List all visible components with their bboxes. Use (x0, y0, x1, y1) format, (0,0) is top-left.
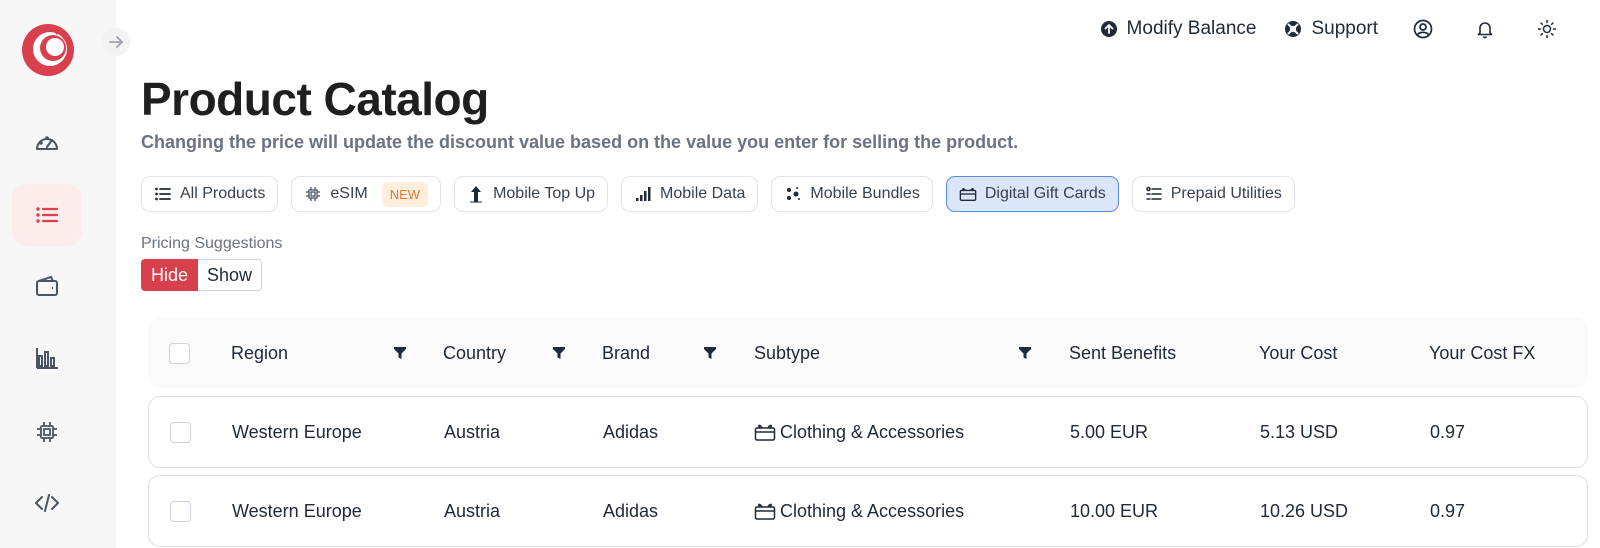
sun-icon (1537, 19, 1557, 39)
table-row[interactable]: Western Europe Austria Adidas Clothing &… (148, 396, 1588, 468)
hide-button[interactable]: Hide (141, 259, 199, 291)
signal-icon (636, 187, 651, 201)
country-cell: Austria (444, 421, 501, 442)
new-badge: NEW (381, 181, 429, 207)
row-checkbox[interactable] (170, 500, 191, 522)
gift-card-icon (959, 188, 977, 201)
utilities-icon (1146, 186, 1162, 200)
brand-filter[interactable] (703, 318, 717, 388)
modify-balance-label: Modify Balance (1126, 18, 1257, 39)
logo[interactable] (21, 23, 75, 77)
subtype-label: Clothing & Accessories (780, 500, 965, 521)
profile-button[interactable] (1392, 12, 1454, 46)
nav-reports[interactable] (12, 327, 82, 389)
subtype-label: Clothing & Accessories (780, 421, 965, 442)
subtype-cell: Clothing & Accessories (754, 476, 964, 546)
bell-icon (1477, 22, 1493, 39)
nav-esim[interactable] (12, 401, 82, 463)
page-subtitle: Changing the price will update the disco… (141, 132, 1019, 152)
column-header-your-cost-fx[interactable]: Your Cost FX (1429, 318, 1535, 388)
tab-label: All Products (180, 185, 266, 202)
page-title: Product Catalog (141, 73, 489, 125)
column-header-brand[interactable]: Brand (602, 318, 650, 388)
support-label: Support (1311, 18, 1378, 39)
tab-label: Mobile Data (660, 185, 746, 202)
filter-icon (394, 347, 406, 359)
region-filter[interactable] (393, 318, 407, 388)
tab-label: Digital Gift Cards (984, 185, 1106, 202)
top-up-icon (470, 186, 483, 203)
chip-icon (37, 422, 57, 442)
sent-benefits-cell: 10.00 EUR (1070, 500, 1159, 521)
table-row[interactable]: Western Europe Austria Adidas Clothing &… (148, 475, 1588, 547)
bar-chart-icon (36, 348, 58, 369)
theme-toggle-button[interactable] (1516, 12, 1578, 46)
modify-balance-button[interactable]: Modify Balance (1086, 12, 1271, 46)
filter-icon (704, 347, 716, 359)
category-tabs: All Products eSIM NEW Mobile Top Up Mobi… (141, 176, 1295, 212)
wallet-icon (36, 275, 58, 296)
your-cost-fx-cell: 0.97 (1430, 500, 1466, 521)
dashboard-icon (36, 136, 58, 150)
tab-mobile-bundles[interactable]: Mobile Bundles (771, 176, 933, 212)
show-button[interactable]: Show (198, 259, 263, 291)
region-cell: Western Europe (232, 421, 362, 442)
user-circle-icon (1413, 19, 1433, 39)
tab-mobile-top-up[interactable]: Mobile Top Up (454, 176, 609, 212)
column-header-your-cost[interactable]: Your Cost (1259, 318, 1337, 388)
nav-products[interactable] (12, 184, 82, 246)
chip-icon (306, 187, 321, 201)
country-cell: Austria (444, 500, 501, 521)
list-icon (36, 207, 59, 223)
code-icon (35, 494, 59, 512)
tab-mobile-data[interactable]: Mobile Data (621, 176, 759, 212)
filter-icon (553, 347, 565, 359)
gift-card-icon (754, 503, 776, 520)
pricing-suggestions-label: Pricing Suggestions (141, 235, 283, 252)
your-cost-cell: 10.26 USD (1260, 500, 1349, 521)
tab-prepaid-utilities[interactable]: Prepaid Utilities (1131, 176, 1295, 212)
brand-cell: Adidas (603, 500, 659, 521)
column-header-subtype[interactable]: Subtype (754, 318, 820, 388)
list-icon (155, 187, 171, 201)
table-header: Region Country Brand Subtype Sent Benefi… (148, 318, 1588, 388)
pricing-suggestions-toggle: Hide Show (141, 259, 263, 291)
nav-dashboard[interactable] (12, 112, 82, 174)
tab-label: Mobile Bundles (810, 185, 920, 202)
column-header-country[interactable]: Country (443, 318, 506, 388)
support-button[interactable]: Support (1270, 12, 1392, 46)
tab-label: Mobile Top Up (493, 185, 596, 202)
gift-card-icon (754, 424, 776, 441)
tab-label: eSIM (330, 185, 368, 202)
nav-wallet[interactable] (12, 255, 82, 317)
tab-label: Prepaid Utilities (1170, 185, 1282, 202)
your-cost-fx-cell: 0.97 (1430, 421, 1466, 442)
filter-icon (1019, 347, 1031, 359)
column-header-sent-benefits[interactable]: Sent Benefits (1069, 318, 1176, 388)
collapse-sidebar-button[interactable] (102, 28, 130, 56)
country-filter[interactable] (552, 318, 566, 388)
region-cell: Western Europe (232, 500, 362, 521)
brand-cell: Adidas (603, 421, 659, 442)
subtype-filter[interactable] (1018, 318, 1032, 388)
tab-digital-gift-cards[interactable]: Digital Gift Cards (945, 176, 1119, 212)
tab-esim[interactable]: eSIM NEW (291, 176, 442, 212)
nav-developer[interactable] (12, 472, 82, 534)
notifications-button[interactable] (1454, 12, 1516, 46)
arrow-up-circle-icon (1100, 21, 1117, 37)
select-all-checkbox[interactable] (169, 342, 190, 364)
sent-benefits-cell: 5.00 EUR (1070, 421, 1149, 442)
sidebar (0, 0, 116, 548)
topbar: Modify Balance Support (1086, 12, 1578, 46)
subtype-cell: Clothing & Accessories (754, 397, 964, 467)
tab-all-products[interactable]: All Products (141, 176, 279, 212)
bundle-icon (787, 187, 801, 200)
arrow-right-icon (109, 36, 124, 48)
row-checkbox[interactable] (170, 421, 191, 443)
your-cost-cell: 5.13 USD (1260, 421, 1339, 442)
column-header-region[interactable]: Region (231, 318, 288, 388)
support-lifebuoy-icon (1285, 21, 1302, 37)
